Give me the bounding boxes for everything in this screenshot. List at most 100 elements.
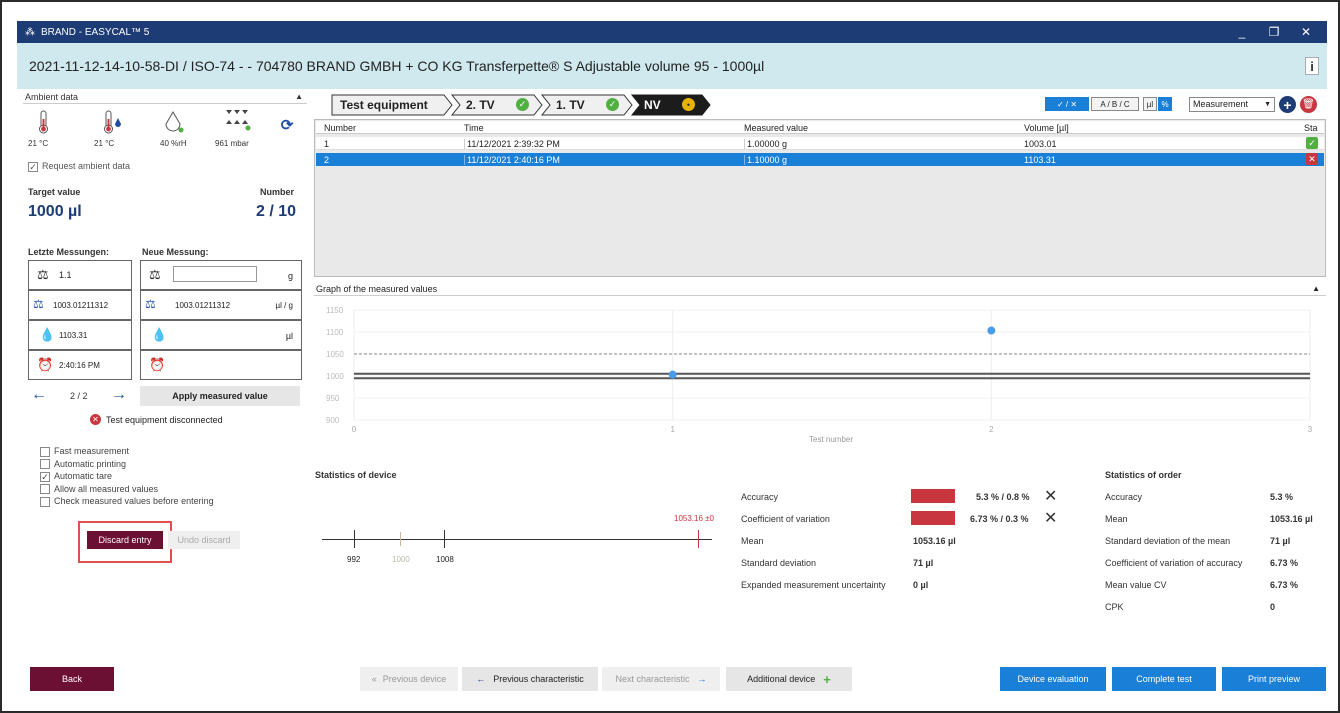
abc-toggle[interactable]: A / B / C <box>1091 97 1139 111</box>
row2-time: 11/12/2021 2:40:16 PM <box>464 155 560 165</box>
previous-characteristic-button[interactable]: ← Previous characteristic <box>462 667 598 691</box>
table-row[interactable]: 1 11/12/2021 2:39:32 PM 1.00000 g 1003.0… <box>316 137 1324 150</box>
minimize-button[interactable]: _ <box>1227 21 1257 43</box>
chart-x-tick-label: 2 <box>989 425 994 434</box>
checkbox-unchecked-icon <box>40 496 50 507</box>
undo-discard-button[interactable]: Undo discard <box>168 531 240 549</box>
add-circle-icon[interactable]: + <box>1279 96 1296 113</box>
automatic-tare-label: Automatic tare <box>54 471 113 481</box>
delete-icon[interactable]: 🗑 <box>1300 96 1317 113</box>
request-ambient-checkbox[interactable]: ✓ Request ambient data <box>28 161 130 172</box>
step-nv[interactable]: NV <box>644 98 661 112</box>
table-header: Number Time Measured value Volume [µl] S… <box>316 121 1324 134</box>
window-title: BRAND - EASYCAL™ 5 <box>41 26 150 38</box>
measurement-select[interactable]: Measurement ▼ <box>1189 97 1275 112</box>
order-mean-value: 1053.16 µl <box>1270 514 1313 524</box>
order-cpk-value: 0 <box>1270 602 1276 612</box>
chevron-up-icon[interactable]: ▲ <box>295 92 303 101</box>
back-button[interactable]: Back <box>30 667 114 691</box>
check-x-toggle[interactable]: ✓ / ✕ <box>1045 97 1089 111</box>
last-measurements-label: Letzte Messungen: <box>28 247 110 257</box>
apply-measured-value-button[interactable]: Apply measured value <box>140 386 300 406</box>
last-weight-field: ⚖ 1.1 <box>28 260 132 290</box>
chart-y-tick-label: 1100 <box>326 328 344 337</box>
close-button[interactable]: ✕ <box>1291 21 1321 43</box>
new-time-row: ⏰ <box>140 350 302 380</box>
scale-axis <box>322 539 712 540</box>
discard-entry-button[interactable]: Discard entry <box>87 531 163 549</box>
chevron-up-icon[interactable]: ▲ <box>1312 284 1320 293</box>
header-number: Number <box>324 123 357 133</box>
arrow-left-icon[interactable]: ← <box>30 386 48 403</box>
temp-liquid-value: 21 °C <box>94 139 115 148</box>
last-weight-value: 1.1 <box>59 270 72 280</box>
percent-toggle[interactable]: % <box>1158 97 1172 111</box>
header-measured: Measured value <box>744 123 809 133</box>
alarm-clock-icon: ⏰ <box>149 357 166 372</box>
next-characteristic-button[interactable]: Next characteristic → <box>602 667 720 691</box>
automatic-printing-checkbox[interactable]: Automatic printing <box>40 458 214 471</box>
print-preview-button[interactable]: Print preview <box>1222 667 1326 691</box>
maximize-button[interactable]: ❐ <box>1259 21 1289 43</box>
allow-all-values-label: Allow all measured values <box>54 483 159 494</box>
last-volume-field: 💧 1103.31 <box>28 320 132 350</box>
mean-label: Mean <box>741 536 764 546</box>
additional-device-button[interactable]: Additional device + <box>726 667 852 691</box>
order-cva-value: 6.73 % <box>1270 558 1299 568</box>
previous-device-label: Previous device <box>382 674 447 684</box>
header-status: Sta <box>1304 123 1318 133</box>
device-evaluation-button[interactable]: Device evaluation <box>1000 667 1106 691</box>
stats-device-title: Statistics of device <box>315 470 397 480</box>
fast-measurement-checkbox[interactable]: Fast measurement <box>40 445 214 458</box>
previous-device-button[interactable]: « Previous device <box>360 667 458 691</box>
order-mean-label: Mean <box>1105 514 1128 524</box>
scale-label-1008: 1008 <box>436 555 454 564</box>
row1-time: 11/12/2021 2:39:32 PM <box>464 139 560 149</box>
step-2-tv[interactable]: 2. TV <box>466 98 495 112</box>
target-value: 1000 µl <box>28 203 82 220</box>
scale-weight-icon: ⚖ <box>149 267 161 282</box>
request-ambient-label: Request ambient data <box>42 161 131 171</box>
chart-y-tick-label: 1050 <box>326 350 344 359</box>
plus-icon: + <box>823 671 831 687</box>
step-test-equipment[interactable]: Test equipment <box>340 98 428 112</box>
drop-icon: 💧 <box>39 327 56 342</box>
last-volume-value: 1103.31 <box>59 331 88 340</box>
order-accuracy-label: Accuracy <box>1105 492 1143 502</box>
graph-title: Graph of the measured values <box>316 284 438 294</box>
scale-tick-1000 <box>400 532 401 546</box>
status-ok-icon: ✓ <box>1306 137 1318 149</box>
arrow-right-icon: → <box>697 674 707 684</box>
thermometer-liquid-icon <box>102 110 124 134</box>
ul-toggle[interactable]: µl <box>1143 97 1157 111</box>
step-1-tv[interactable]: 1. TV <box>556 98 585 112</box>
automatic-tare-checkbox[interactable]: ✓ Automatic tare <box>40 470 214 483</box>
new-measurement-label: Neue Messung: <box>142 247 209 257</box>
scale-tick-992 <box>354 530 355 548</box>
order-accuracy-value: 5.3 % <box>1270 492 1294 502</box>
complete-test-button[interactable]: Complete test <box>1112 667 1216 691</box>
ambient-section-header[interactable]: Ambient data ▲ <box>23 92 307 104</box>
chart-y-tick-label: 950 <box>326 394 340 403</box>
order-sdm-value: 71 µl <box>1270 536 1291 546</box>
table-row[interactable]: 2 11/12/2021 2:40:16 PM 1.10000 g 1103.3… <box>316 153 1324 166</box>
last-time-value: 2:40:16 PM <box>59 361 100 370</box>
ambient-section-label: Ambient data <box>25 92 79 102</box>
new-volume-row: 💧 µl <box>140 320 302 350</box>
chart-data-point <box>987 326 996 335</box>
allow-all-values-checkbox[interactable]: Allow all measured values <box>40 483 214 496</box>
arrow-right-icon[interactable]: → <box>110 386 128 403</box>
target-value-label: Target value <box>28 187 81 197</box>
info-button[interactable]: i <box>1305 57 1319 75</box>
check-circle-icon: ✓ <box>516 98 529 111</box>
number-value: 2 / 10 <box>256 203 297 220</box>
graph-header[interactable]: Graph of the measured values ▲ <box>314 282 1326 296</box>
check-values-checkbox[interactable]: Check measured values before entering <box>40 495 214 508</box>
mean-value: 1053.16 µl <box>913 536 956 546</box>
drop-icon: 💧 <box>151 327 168 342</box>
check-circle-icon: ✓ <box>606 98 619 111</box>
refresh-icon[interactable]: ⟳ <box>279 117 295 134</box>
new-weight-input[interactable] <box>173 266 257 282</box>
scale-weight-icon: ⚖ <box>37 267 49 282</box>
scale-mean-marker <box>698 530 699 548</box>
